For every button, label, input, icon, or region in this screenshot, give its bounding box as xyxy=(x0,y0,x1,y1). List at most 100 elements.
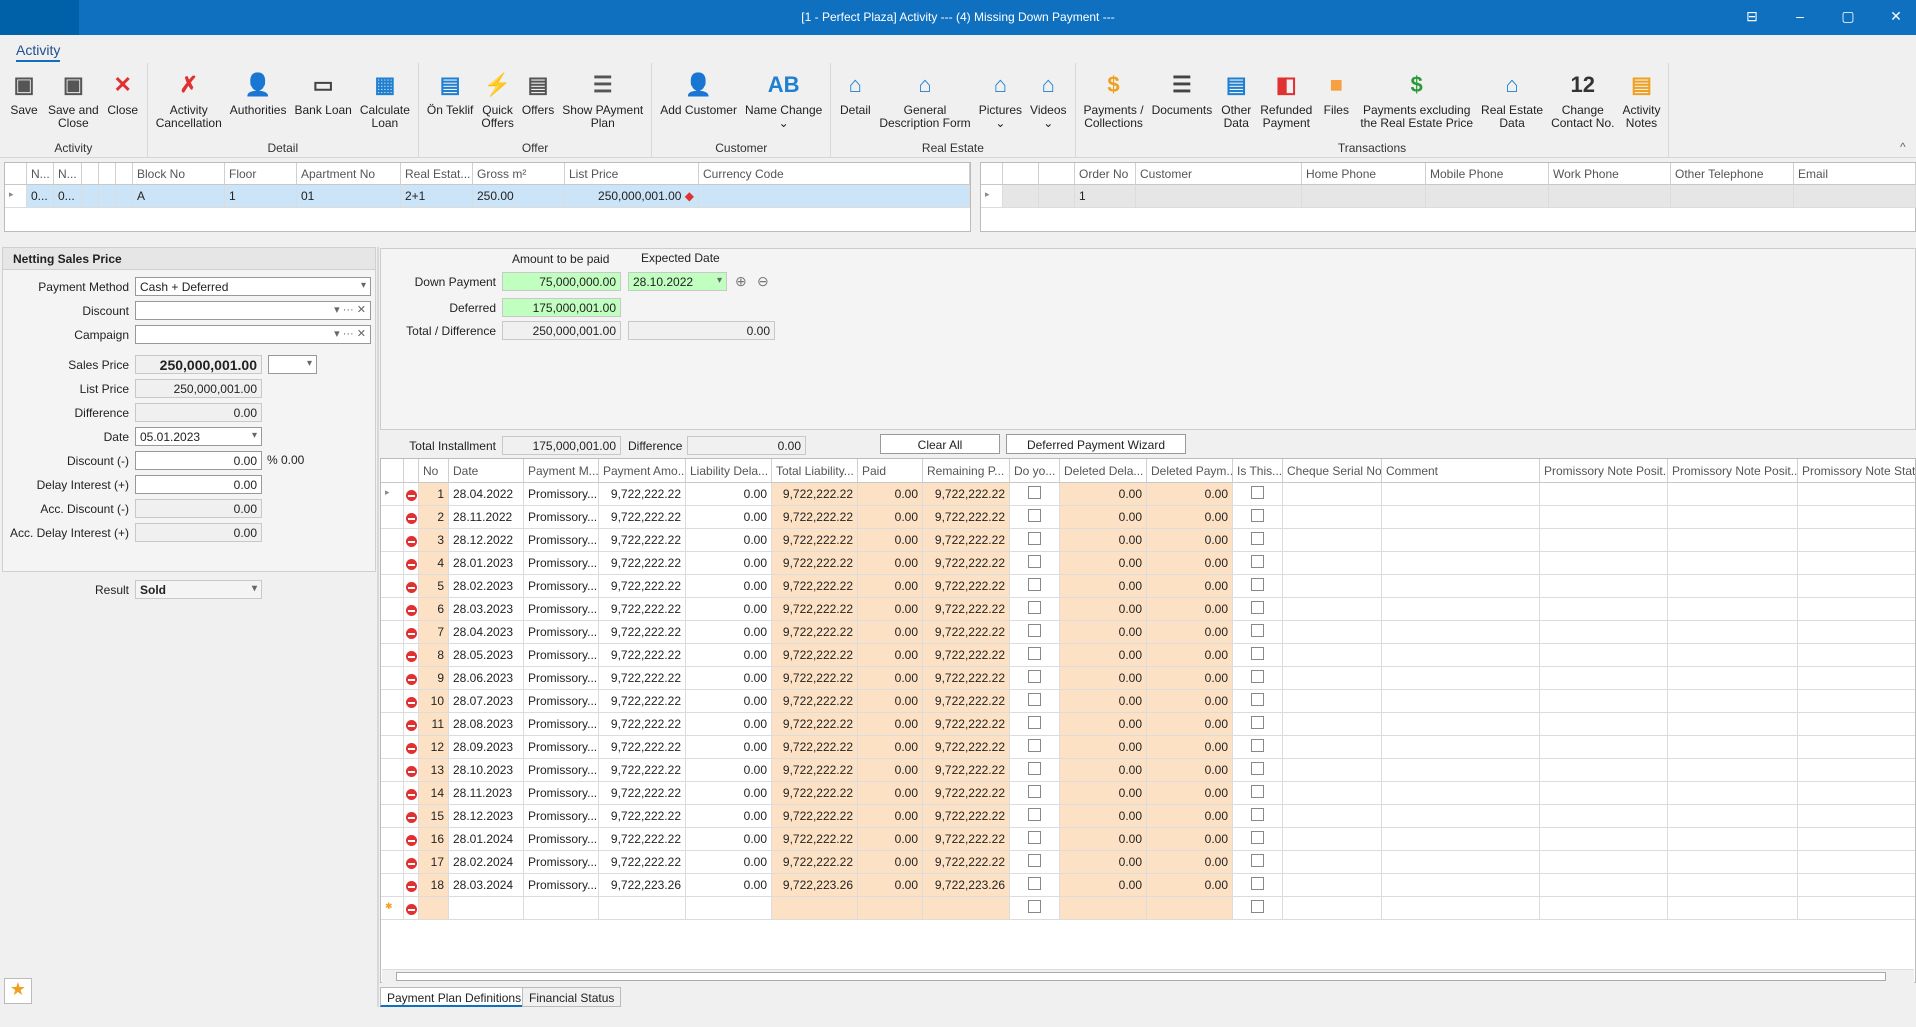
grid-cell[interactable] xyxy=(1540,782,1668,805)
row-indicator[interactable]: ▸ xyxy=(981,185,1003,208)
grid-cell[interactable] xyxy=(1283,736,1382,759)
checkbox[interactable] xyxy=(1251,808,1264,821)
grid-cell[interactable] xyxy=(1283,644,1382,667)
grid-cell[interactable] xyxy=(1382,644,1540,667)
grid-cell[interactable] xyxy=(1668,897,1798,920)
grid-cell[interactable]: Promissory... xyxy=(524,483,599,506)
grid-cell[interactable]: 0.00 xyxy=(686,828,772,851)
grid-cell[interactable]: 0.00 xyxy=(1060,874,1147,897)
grid-cell[interactable] xyxy=(1382,690,1540,713)
maximize-button[interactable]: ▢ xyxy=(1838,8,1858,25)
tab-payment-plan-definitions[interactable]: Payment Plan Definitions xyxy=(380,987,529,1007)
checkbox[interactable] xyxy=(1028,762,1041,775)
grid-cell[interactable]: Promissory... xyxy=(524,736,599,759)
grid-cell[interactable] xyxy=(1010,736,1060,759)
grid-cell[interactable]: 0.00 xyxy=(858,805,923,828)
grid-cell[interactable]: 28.04.2023 xyxy=(449,621,524,644)
grid-cell[interactable] xyxy=(1283,805,1382,828)
grid-cell[interactable]: 9,722,222.22 xyxy=(772,782,858,805)
grid-cell[interactable]: 9,722,222.22 xyxy=(772,529,858,552)
ribbon-button-save-close[interactable]: ▣ Save and Close xyxy=(44,63,103,141)
grid-cell[interactable]: 0.00 xyxy=(686,759,772,782)
checkbox[interactable] xyxy=(1028,486,1041,499)
grid-cell[interactable]: 0.00 xyxy=(1060,506,1147,529)
grid-cell[interactable] xyxy=(1010,690,1060,713)
grid-cell[interactable]: 28.08.2023 xyxy=(449,713,524,736)
grid-cell[interactable]: 9,722,222.22 xyxy=(923,529,1010,552)
grid-cell[interactable] xyxy=(1798,644,1915,667)
ribbon-button-other-data[interactable]: ▤ Other Data xyxy=(1216,63,1256,141)
grid-cell[interactable]: 9,722,222.22 xyxy=(599,529,686,552)
ribbon-button-quick-offer[interactable]: ⚡ Quick Offers xyxy=(477,63,517,141)
grid-cell[interactable] xyxy=(1010,483,1060,506)
grid-cell[interactable] xyxy=(1233,805,1283,828)
grid-cell[interactable] xyxy=(1010,805,1060,828)
delete-row-icon[interactable] xyxy=(406,858,417,870)
grid-cell[interactable]: Promissory... xyxy=(524,713,599,736)
column-header[interactable]: List Price xyxy=(565,163,699,185)
grid-cell[interactable] xyxy=(1382,851,1540,874)
grid-cell[interactable]: 12 xyxy=(419,736,449,759)
grid-cell[interactable]: 9,722,222.22 xyxy=(599,575,686,598)
delete-row-button[interactable] xyxy=(404,483,419,506)
grid-cell[interactable]: 0.00 xyxy=(1060,552,1147,575)
column-header[interactable]: Total Liability... xyxy=(772,459,858,483)
grid-cell[interactable]: 8 xyxy=(419,644,449,667)
column-header[interactable]: Other Telephone xyxy=(1671,163,1794,185)
checkbox[interactable] xyxy=(1251,601,1264,614)
grid-cell[interactable]: 0.00 xyxy=(686,575,772,598)
grid-cell[interactable]: Promissory... xyxy=(524,828,599,851)
grid-cell[interactable] xyxy=(1798,874,1915,897)
grid-cell[interactable]: 250,000,001.00 ◆ xyxy=(565,185,699,208)
grid-cell[interactable] xyxy=(1283,506,1382,529)
grid-cell[interactable]: 0.00 xyxy=(1147,690,1233,713)
grid-cell[interactable]: 0.00 xyxy=(1060,851,1147,874)
grid-cell[interactable]: 9,722,222.22 xyxy=(599,483,686,506)
delete-row-icon[interactable] xyxy=(406,720,417,732)
column-header[interactable] xyxy=(99,163,116,185)
grid-cell[interactable] xyxy=(1233,828,1283,851)
grid-cell[interactable]: 9,722,222.22 xyxy=(923,690,1010,713)
column-header[interactable]: Apartment No xyxy=(297,163,401,185)
grid-cell[interactable] xyxy=(1798,828,1915,851)
grid-cell[interactable]: 28.04.2022 xyxy=(449,483,524,506)
grid-cell[interactable] xyxy=(1798,506,1915,529)
grid-cell[interactable]: 10 xyxy=(419,690,449,713)
grid-cell[interactable]: 9,722,222.22 xyxy=(599,713,686,736)
ribbon-button-house-picture[interactable]: ⌂ Pictures ⌄ xyxy=(975,63,1026,141)
delete-row-icon[interactable] xyxy=(406,490,417,502)
minimize-button[interactable]: – xyxy=(1790,8,1810,24)
grid-cell[interactable] xyxy=(99,185,116,208)
ribbon-button-printer[interactable]: ▤ Offers xyxy=(518,63,558,141)
grid-cell[interactable] xyxy=(1382,828,1540,851)
ribbon-button-folder[interactable]: ■ Files xyxy=(1316,63,1356,141)
grid-cell[interactable] xyxy=(1010,782,1060,805)
delete-row-button[interactable] xyxy=(404,621,419,644)
grid-cell[interactable]: 9,722,222.22 xyxy=(923,851,1010,874)
grid-cell[interactable] xyxy=(1382,805,1540,828)
grid-cell[interactable] xyxy=(1283,621,1382,644)
column-header[interactable]: Promissory Note Posit... xyxy=(1540,459,1668,483)
delete-row-button[interactable] xyxy=(404,759,419,782)
grid-cell[interactable] xyxy=(1798,575,1915,598)
column-header[interactable]: Payment Amo... xyxy=(599,459,686,483)
grid-cell[interactable]: 28.12.2023 xyxy=(449,805,524,828)
grid-cell[interactable] xyxy=(1283,575,1382,598)
grid-cell[interactable] xyxy=(1798,736,1915,759)
grid-cell[interactable] xyxy=(1798,690,1915,713)
column-header[interactable]: Work Phone xyxy=(1549,163,1671,185)
checkbox[interactable] xyxy=(1251,532,1264,545)
grid-cell[interactable]: 0.00 xyxy=(686,736,772,759)
grid-cell[interactable]: 0.00 xyxy=(1147,851,1233,874)
grid-cell[interactable]: 0.00 xyxy=(1147,713,1233,736)
grid-cell[interactable] xyxy=(923,897,1010,920)
grid-cell[interactable] xyxy=(1668,851,1798,874)
favorite-star-icon[interactable]: ★ xyxy=(4,978,32,1004)
grid-cell[interactable] xyxy=(1233,713,1283,736)
grid-cell[interactable]: 0.00 xyxy=(858,598,923,621)
grid-cell[interactable]: 9,722,222.22 xyxy=(772,644,858,667)
grid-cell[interactable] xyxy=(1003,185,1039,208)
grid-cell[interactable]: 9,722,222.22 xyxy=(772,690,858,713)
grid-cell[interactable]: 9,722,222.22 xyxy=(923,759,1010,782)
column-header[interactable]: Mobile Phone xyxy=(1426,163,1549,185)
